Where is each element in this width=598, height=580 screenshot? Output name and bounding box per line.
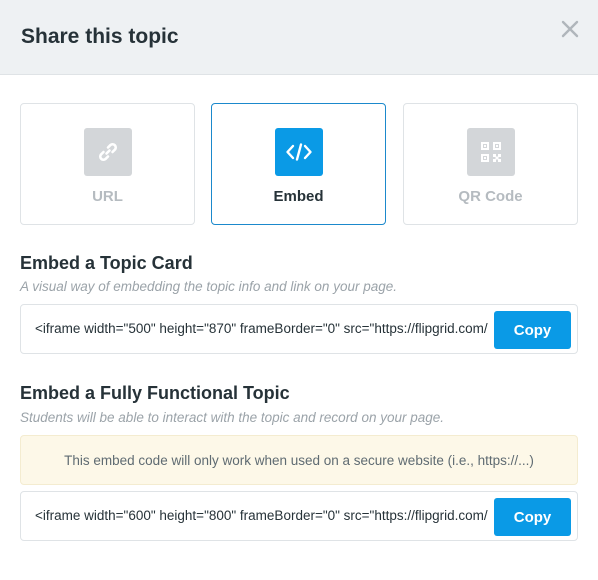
modal-header: Share this topic: [0, 0, 598, 75]
modal-title: Share this topic: [21, 25, 179, 48]
link-icon: [84, 128, 132, 176]
qr-code-icon: [467, 128, 515, 176]
functional-topic-copy-button[interactable]: Copy: [494, 498, 571, 536]
topic-card-description: A visual way of embedding the topic info…: [20, 279, 397, 294]
secure-website-warning: This embed code will only work when used…: [20, 435, 578, 485]
tab-qr-code-label: QR Code: [458, 188, 523, 205]
functional-topic-title: Embed a Fully Functional Topic: [20, 383, 290, 403]
close-icon[interactable]: [558, 17, 582, 41]
share-method-tabs: URL Embed QR Code: [20, 103, 578, 225]
tab-qr-code[interactable]: QR Code: [403, 103, 578, 225]
tab-embed[interactable]: Embed: [211, 103, 386, 225]
code-icon: [275, 128, 323, 176]
tab-url[interactable]: URL: [20, 103, 195, 225]
topic-card-embed-code[interactable]: <iframe width="500" height="870" frameBo…: [35, 321, 493, 336]
functional-topic-description: Students will be able to interact with t…: [20, 410, 445, 425]
tab-embed-label: Embed: [273, 188, 324, 205]
tab-url-label: URL: [92, 188, 123, 205]
topic-card-copy-button[interactable]: Copy: [494, 311, 571, 349]
topic-card-title: Embed a Topic Card: [20, 253, 193, 273]
functional-topic-embed-field[interactable]: <iframe width="600" height="800" frameBo…: [20, 491, 578, 541]
functional-topic-embed-code[interactable]: <iframe width="600" height="800" frameBo…: [35, 508, 493, 523]
topic-card-embed-field[interactable]: <iframe width="500" height="870" frameBo…: [20, 304, 578, 354]
